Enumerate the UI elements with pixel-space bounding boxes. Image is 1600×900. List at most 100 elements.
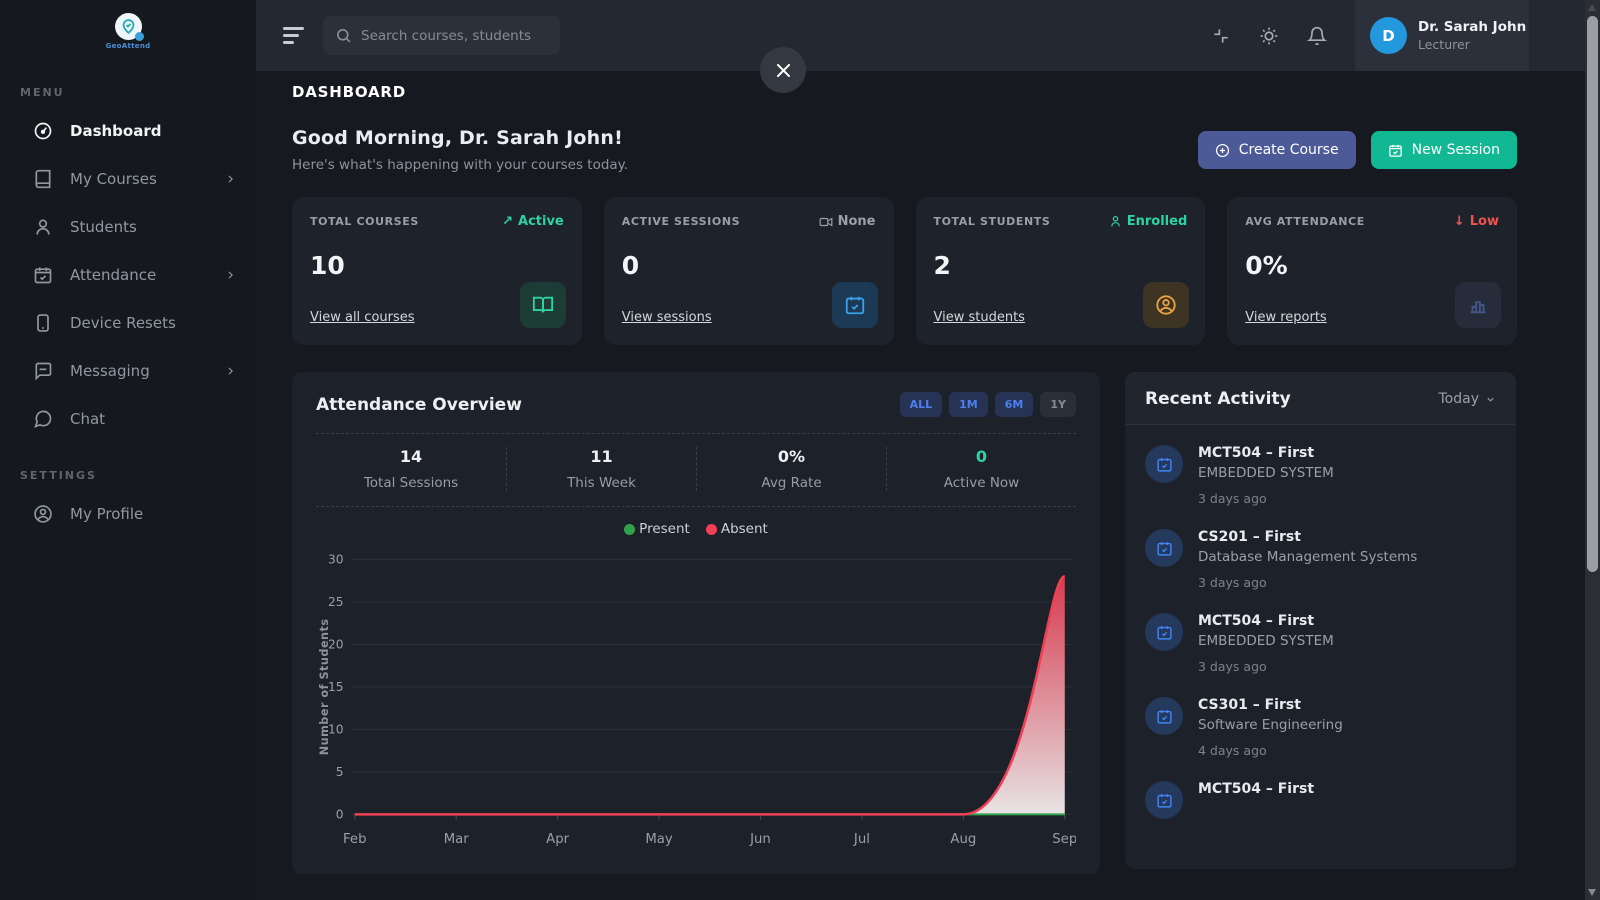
search-box[interactable]	[323, 16, 560, 55]
person-icon	[33, 217, 53, 237]
sidebar-item-label: My Profile	[70, 505, 143, 523]
status-badge: ↓ Low	[1454, 214, 1499, 229]
sidebar-item-chat[interactable]: Chat	[0, 395, 256, 443]
view-reports-link[interactable]: View reports	[1245, 310, 1326, 325]
svg-text:30: 30	[328, 552, 344, 566]
stat-avg-rate: 0% Avg Rate	[696, 447, 886, 491]
svg-text:Apr: Apr	[546, 832, 569, 847]
svg-text:Mar: Mar	[444, 832, 470, 847]
person-icon	[1109, 215, 1122, 228]
svg-text:Jun: Jun	[749, 832, 771, 847]
stat-value: 2	[934, 251, 1188, 280]
sidebar-item-label: Device Resets	[70, 314, 176, 332]
logo-pin-icon	[115, 13, 142, 40]
create-course-button[interactable]: Create Course	[1198, 131, 1356, 169]
scrollbar-thumb[interactable]	[1587, 16, 1598, 572]
user-menu[interactable]: D Dr. Sarah John Lecturer	[1355, 0, 1529, 71]
app-logo[interactable]: GeoAttend	[0, 0, 256, 50]
chevron-right-icon: ›	[227, 363, 234, 380]
activity-item[interactable]: MCT504 – First	[1145, 781, 1496, 819]
close-button[interactable]	[760, 47, 806, 93]
stat-value: 0%	[1245, 251, 1499, 280]
message-square-icon	[33, 361, 53, 381]
activity-item[interactable]: MCT504 – First EMBEDDED SYSTEM 3 days ag…	[1145, 613, 1496, 674]
scroll-down-arrow-icon[interactable]	[1588, 889, 1596, 896]
menu-toggle-icon[interactable]	[283, 27, 305, 44]
stat-label: AVG ATTENDANCE	[1245, 215, 1365, 228]
sidebar-item-my-profile[interactable]: My Profile	[0, 490, 256, 538]
recent-activity-title: Recent Activity	[1145, 389, 1291, 409]
new-session-button[interactable]: New Session	[1371, 131, 1517, 169]
sidebar: GeoAttend MENU Dashboard My Courses › St…	[0, 0, 256, 900]
svg-text:5: 5	[336, 765, 344, 779]
activity-item[interactable]: CS301 – First Software Engineering 4 day…	[1145, 697, 1496, 758]
page-title: DASHBOARD	[292, 83, 1517, 101]
theme-sun-icon[interactable]	[1259, 26, 1279, 46]
stat-total-sessions: 14 Total Sessions	[316, 447, 506, 491]
main-content: DASHBOARD Good Morning, Dr. Sarah John! …	[256, 71, 1585, 900]
bar-chart-icon	[1455, 282, 1501, 328]
attendance-chart: 051015202530FebMarAprMayJunJulAugSepNumb…	[316, 543, 1076, 855]
close-icon	[774, 61, 793, 80]
greeting-title: Good Morning, Dr. Sarah John!	[292, 127, 628, 149]
stat-value: 10	[310, 251, 564, 280]
sidebar-item-messaging[interactable]: Messaging ›	[0, 347, 256, 395]
sidebar-item-students[interactable]: Students	[0, 203, 256, 251]
sidebar-item-dashboard[interactable]: Dashboard	[0, 107, 256, 155]
stat-card-total-courses: TOTAL COURSES ↗ Active 10 View all cours…	[292, 197, 582, 345]
sidebar-item-label: Students	[70, 218, 137, 236]
view-students-link[interactable]: View students	[934, 310, 1025, 325]
notifications-bell-icon[interactable]	[1307, 26, 1327, 46]
stat-label: TOTAL STUDENTS	[934, 215, 1051, 228]
range-1m-button[interactable]: 1M	[949, 392, 988, 417]
attendance-overview-panel: Attendance Overview ALL 1M 6M 1Y 14 Tota…	[292, 372, 1100, 874]
view-sessions-link[interactable]: View sessions	[622, 310, 712, 325]
stat-value: 0	[622, 251, 876, 280]
sidebar-item-my-courses[interactable]: My Courses ›	[0, 155, 256, 203]
activity-item[interactable]: CS201 – First Database Management System…	[1145, 529, 1496, 590]
activity-filter-dropdown[interactable]: Today	[1439, 391, 1497, 407]
present-dot-icon	[624, 524, 635, 535]
legend-present: Present	[624, 521, 690, 537]
calendar-check-icon	[1145, 529, 1183, 567]
chat-bubble-icon	[33, 409, 53, 429]
search-input[interactable]	[361, 28, 541, 44]
recent-activity-panel: Recent Activity Today MCT504 – First EMB…	[1125, 372, 1516, 869]
calendar-check-icon	[832, 282, 878, 328]
logo-text: GeoAttend	[106, 42, 151, 50]
range-1y-button[interactable]: 1Y	[1040, 392, 1076, 417]
sidebar-item-attendance[interactable]: Attendance ›	[0, 251, 256, 299]
user-name: Dr. Sarah John	[1418, 19, 1526, 35]
calendar-check-icon	[1145, 781, 1183, 819]
user-role: Lecturer	[1418, 37, 1526, 52]
chevron-right-icon: ›	[227, 171, 234, 188]
compress-icon[interactable]	[1211, 26, 1231, 46]
calendar-check-icon	[1145, 697, 1183, 735]
greeting-subtitle: Here's what's happening with your course…	[292, 157, 628, 173]
sidebar-item-label: My Courses	[70, 170, 157, 188]
top-header: D Dr. Sarah John Lecturer	[256, 0, 1585, 71]
scroll-up-arrow-icon[interactable]	[1588, 4, 1596, 11]
chevron-down-icon	[1485, 394, 1496, 405]
calendar-check-icon	[33, 265, 53, 285]
sidebar-item-device-resets[interactable]: Device Resets	[0, 299, 256, 347]
attendance-stats-row: 14 Total Sessions 11 This Week 0% Avg Ra…	[316, 433, 1076, 507]
page-scrollbar[interactable]	[1585, 0, 1600, 900]
activity-item[interactable]: MCT504 – First EMBEDDED SYSTEM 3 days ag…	[1145, 445, 1496, 506]
calendar-icon	[1388, 143, 1403, 158]
range-all-button[interactable]: ALL	[900, 392, 943, 417]
sidebar-item-label: Dashboard	[70, 122, 161, 140]
view-all-courses-link[interactable]: View all courses	[310, 310, 415, 325]
book-open-icon	[520, 282, 566, 328]
stat-label: TOTAL COURSES	[310, 215, 419, 228]
range-6m-button[interactable]: 6M	[995, 392, 1034, 417]
range-selector: ALL 1M 6M 1Y	[900, 392, 1076, 417]
stat-label: ACTIVE SESSIONS	[622, 215, 740, 228]
svg-text:May: May	[645, 832, 673, 847]
svg-text:Feb: Feb	[343, 832, 366, 847]
status-badge: None	[819, 214, 876, 229]
user-circle-icon	[33, 504, 53, 524]
status-badge: ↗ Active	[502, 214, 564, 229]
book-icon	[33, 169, 53, 189]
trend-up-icon: ↗	[502, 214, 513, 229]
